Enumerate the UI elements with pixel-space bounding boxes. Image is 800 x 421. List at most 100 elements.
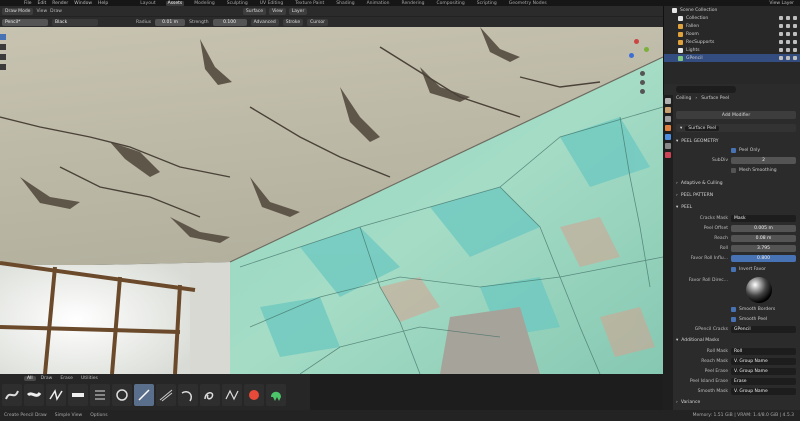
brush-pen-icon[interactable] <box>46 384 66 406</box>
expand-icon[interactable]: ▾ <box>680 126 682 131</box>
brush-loop-icon[interactable] <box>200 384 220 406</box>
workspace-tab-animation[interactable]: Animation <box>365 1 392 6</box>
cracks-mask-field[interactable]: Cracks Mask Mask <box>676 214 796 222</box>
workspace-tab-layout[interactable]: Layout <box>138 1 157 6</box>
workspace-tab-modeling[interactable]: Modeling <box>192 1 216 6</box>
gpencil-cracks-value[interactable]: GPencil <box>731 325 796 333</box>
menu-window[interactable]: Window <box>74 1 92 6</box>
smooth-mask-value[interactable]: V. Group Name <box>731 387 796 395</box>
smooth-borders-checkbox[interactable]: Smooth Borders <box>676 305 796 313</box>
layer-dropdown[interactable]: Layer <box>288 7 308 15</box>
workspace-tab-scripting[interactable]: Scripting <box>475 1 499 6</box>
peel-island-value[interactable]: Erase <box>731 377 796 385</box>
check-icon[interactable] <box>731 266 736 272</box>
modifier-header[interactable]: ▾ Surface Peel <box>676 124 796 132</box>
direction-sphere-icon[interactable] <box>745 276 773 304</box>
section-additional-masks[interactable]: ▾ Additional Masks <box>676 336 796 344</box>
brush-marker-icon[interactable] <box>24 384 44 406</box>
brush-curve-icon[interactable] <box>178 384 198 406</box>
subdiv-field[interactable]: SubDiv 2 <box>676 156 796 164</box>
menu-edit[interactable]: Edit <box>38 1 47 6</box>
favor-roll-direction[interactable]: Favor Roll Direc... <box>676 276 796 304</box>
checkbox-icon[interactable] <box>779 16 783 20</box>
outliner-item[interactable]: GPencil <box>664 54 800 62</box>
camera-icon[interactable] <box>793 32 797 36</box>
outliner-item[interactable]: RecSupports <box>664 38 800 46</box>
zoom-icon[interactable] <box>640 71 645 76</box>
eye-icon[interactable] <box>786 48 790 52</box>
roll-mask-field[interactable]: Roll Mask Roll <box>676 347 796 355</box>
peel-erase-field[interactable]: Peel Erase V. Group Name <box>676 367 796 375</box>
brush-charcoal-icon[interactable] <box>156 384 176 406</box>
draw-menu[interactable]: Draw <box>50 9 62 14</box>
uncheck-icon[interactable] <box>731 167 736 173</box>
workspace-tab-geometry-nodes[interactable]: Geometry Nodes <box>507 1 549 6</box>
shelf-tab-all[interactable]: All <box>24 375 36 381</box>
brush-selector[interactable]: Pencil* <box>2 18 48 26</box>
camera-icon[interactable] <box>640 89 645 94</box>
modifier-name-field[interactable]: Surface Peel <box>685 125 720 131</box>
roll-field[interactable]: Roll 3.795 <box>676 244 796 252</box>
section-peel[interactable]: ▾ Peel <box>676 203 796 211</box>
peel-offset-value[interactable]: 0.005 m <box>731 224 796 232</box>
camera-icon[interactable] <box>793 16 797 20</box>
smooth-mask-field[interactable]: Smooth Mask V. Group Name <box>676 387 796 395</box>
render-tab-icon[interactable] <box>665 107 671 113</box>
gizmo-y-icon[interactable] <box>644 47 649 52</box>
strength-field[interactable]: 0.100 <box>212 18 247 26</box>
view-layer-label[interactable]: View Layer <box>769 1 794 6</box>
workspace-tab-compositing[interactable]: Compositing <box>435 1 467 6</box>
eye-icon[interactable] <box>786 24 790 28</box>
peel-offset-field[interactable]: Peel Offset 0.005 m <box>676 224 796 232</box>
brush-paint-icon[interactable] <box>244 384 264 406</box>
outliner-item[interactable]: Room <box>664 30 800 38</box>
shelf-tab-draw[interactable]: Draw <box>38 376 56 381</box>
invert-favor-checkbox[interactable]: Invert Favor <box>676 265 796 273</box>
add-modifier-button[interactable]: Add Modifier <box>676 111 796 119</box>
material-tab-icon[interactable] <box>665 152 671 158</box>
outliner-item[interactable]: Fallen <box>664 22 800 30</box>
checkbox-icon[interactable] <box>779 32 783 36</box>
section-adaptive[interactable]: › Adaptive & Culling <box>676 179 796 187</box>
checkbox-icon[interactable] <box>779 56 783 60</box>
menu-file[interactable]: File <box>24 1 32 6</box>
section-peel-pattern[interactable]: › Peel Pattern <box>676 191 796 199</box>
outliner-item[interactable]: Collection <box>664 14 800 22</box>
eye-icon[interactable] <box>786 16 790 20</box>
checkbox-icon[interactable] <box>779 40 783 44</box>
roll-value[interactable]: 3.795 <box>731 244 796 252</box>
workspace-tab-assets[interactable]: Assets <box>165 0 185 6</box>
eye-icon[interactable] <box>786 40 790 44</box>
advanced-dropdown[interactable]: Advanced <box>250 18 279 26</box>
workspace-tab-sculpting[interactable]: Sculpting <box>225 1 250 6</box>
tool-tab-icon[interactable] <box>665 98 671 104</box>
camera-icon[interactable] <box>793 40 797 44</box>
cursor-dropdown[interactable]: Cursor <box>307 18 328 26</box>
brush-blob-icon[interactable] <box>266 384 286 406</box>
camera-icon[interactable] <box>793 56 797 60</box>
brush-airbrush-icon[interactable] <box>90 384 110 406</box>
shelf-tab-erase[interactable]: Erase <box>57 376 76 381</box>
placement-surface[interactable]: Surface <box>242 7 267 15</box>
checkbox-icon[interactable] <box>779 48 783 52</box>
outliner-scene-collection[interactable]: Scene Collection <box>664 6 800 14</box>
favor-roll-field[interactable]: Favor Roll Influ... 0.800 <box>676 254 796 262</box>
mode-dropdown[interactable]: Draw Mode <box>2 7 34 15</box>
outliner-item[interactable]: Lights <box>664 46 800 54</box>
reach-mask-value[interactable]: V. Group Name <box>731 357 796 365</box>
checkbox-icon[interactable] <box>779 24 783 28</box>
workspace-tab-shading[interactable]: Shading <box>334 1 356 6</box>
brush-zigzag-icon[interactable] <box>222 384 242 406</box>
orientation-view[interactable]: View <box>269 7 286 15</box>
workspace-tab-rendering[interactable]: Rendering <box>400 1 427 6</box>
section-variance[interactable]: › Variance <box>676 398 796 406</box>
modifier-tab-icon[interactable] <box>665 134 671 140</box>
object-tab-icon[interactable] <box>665 125 671 131</box>
gizmo-x-icon[interactable] <box>634 39 639 44</box>
eye-icon[interactable] <box>786 32 790 36</box>
output-tab-icon[interactable] <box>665 116 671 122</box>
reach-value[interactable]: 0.08 m <box>731 234 796 242</box>
check-icon[interactable] <box>731 147 736 153</box>
cracks-mask-value[interactable]: Mask <box>731 214 796 222</box>
stroke-dropdown[interactable]: Stroke <box>282 18 304 26</box>
